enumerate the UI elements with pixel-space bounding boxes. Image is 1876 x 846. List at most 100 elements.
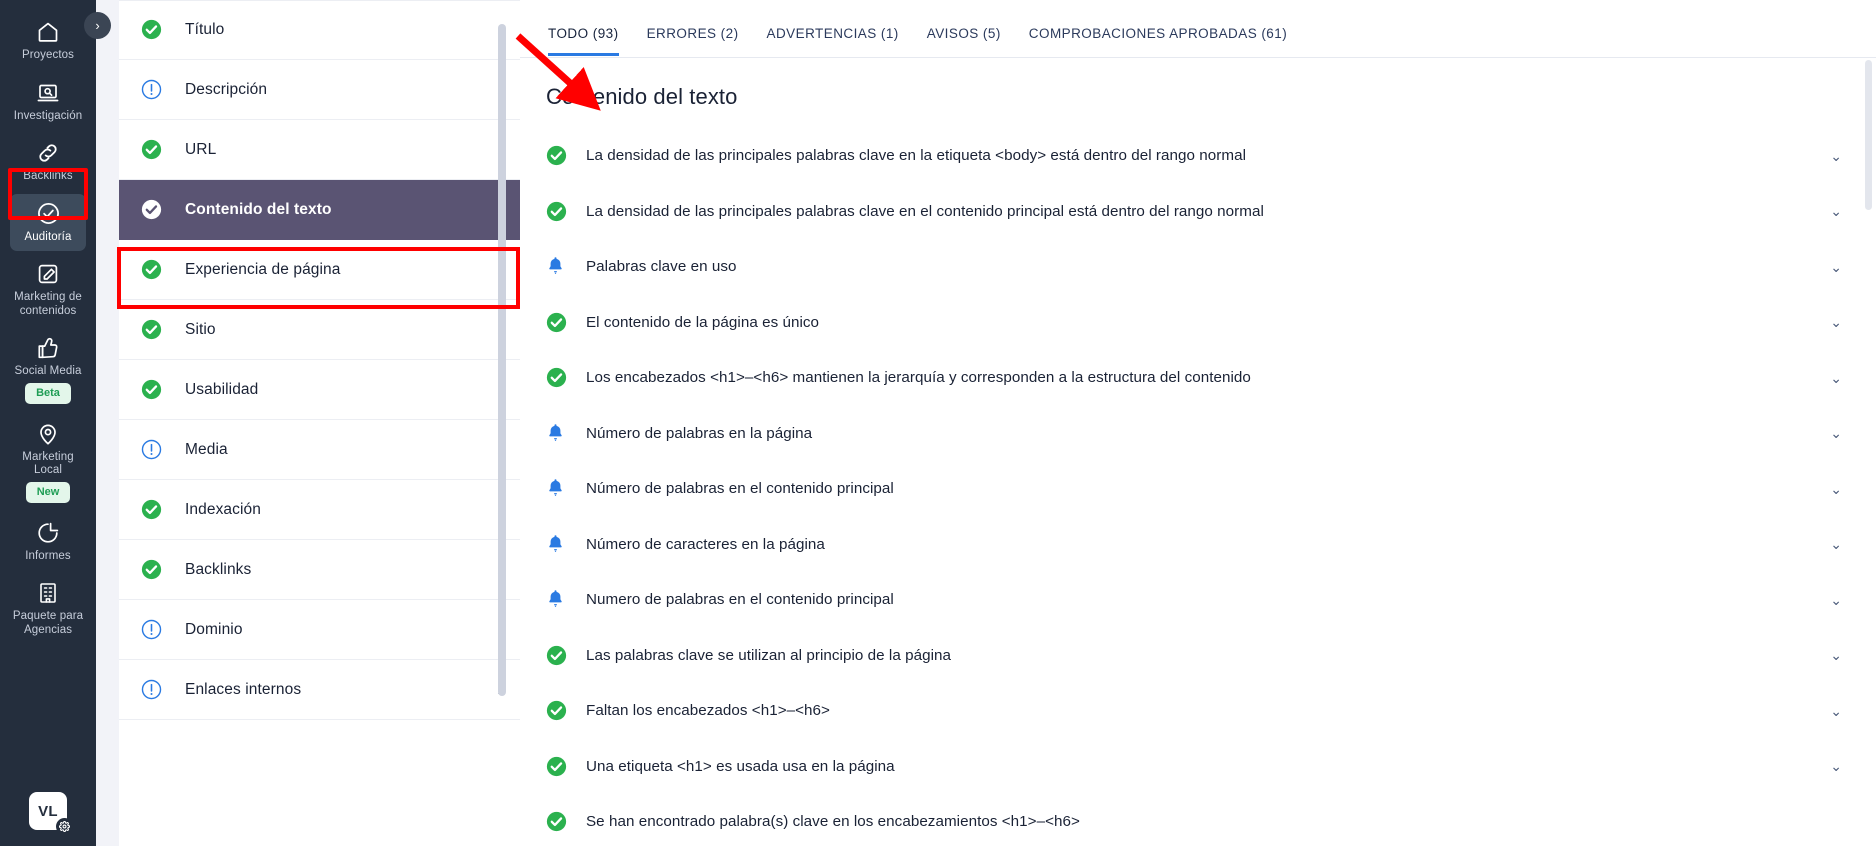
category-item-label: Media	[185, 440, 228, 458]
rail-item-marketing-local[interactable]: Marketing Local New	[10, 414, 86, 510]
check-row[interactable]: Palabras clave en uso ⌄	[520, 239, 1876, 295]
account-avatar-wrap[interactable]: VL	[29, 792, 73, 835]
rail-item-informes[interactable]: Informes	[10, 513, 86, 571]
check-row[interactable]: Las palabras clave se utilizan al princi…	[520, 628, 1876, 684]
gear-icon[interactable]	[56, 818, 73, 835]
rail-item-marketing-de-contenidos[interactable]: Marketing de contenidos	[10, 254, 86, 325]
check-circle-icon	[546, 312, 567, 333]
chevron-down-icon[interactable]: ⌄	[1830, 593, 1842, 607]
chevron-down-icon[interactable]: ⌄	[1830, 426, 1842, 440]
tab-avisos-5[interactable]: AVISOS (5)	[927, 26, 1001, 56]
check-row[interactable]: La densidad de las principales palabras …	[520, 184, 1876, 240]
rail-item-badge: New	[25, 481, 71, 503]
check-circle-icon	[546, 700, 567, 721]
rail-item-backlinks[interactable]: Backlinks	[10, 133, 86, 191]
rail-item-label: Proyectos	[21, 49, 75, 61]
category-item-label: Usabilidad	[185, 380, 259, 398]
check-row[interactable]: Los encabezados <h1>–<h6> mantienen la j…	[520, 350, 1876, 406]
check-row[interactable]: Número de palabras en la página ⌄	[520, 406, 1876, 462]
category-scrollbar-thumb[interactable]	[498, 24, 506, 696]
category-item-contenido-del-texto[interactable]: Contenido del texto›	[119, 180, 520, 240]
info-circle-icon	[141, 619, 163, 641]
check-label: Número de caracteres en la página	[586, 535, 825, 553]
chevron-down-icon[interactable]: ⌄	[1830, 371, 1842, 385]
check-circle-icon	[546, 367, 567, 388]
category-item-label: Indexación	[185, 500, 261, 518]
chevron-down-icon[interactable]: ⌄	[1830, 648, 1842, 662]
tab-comprobaciones-aprobadas-61[interactable]: COMPROBACIONES APROBADAS (61)	[1029, 26, 1287, 56]
category-item-label: URL	[185, 140, 217, 158]
map-pin-icon	[35, 421, 61, 447]
building-icon	[35, 580, 61, 606]
rail-item-investigaci-n[interactable]: Investigación	[10, 73, 86, 131]
tab-errores-2[interactable]: ERRORES (2)	[647, 26, 739, 56]
main-content: TODO (93) ERRORES (2) ADVERTENCIAS (1) AVIS…	[520, 0, 1876, 846]
check-label: Los encabezados <h1>–<h6> mantienen la j…	[586, 369, 1251, 387]
category-item-dominio[interactable]: Dominio›	[119, 600, 520, 660]
rail-item-label: Informes	[25, 549, 71, 562]
rail-item-social-media[interactable]: Social Media Beta	[10, 328, 86, 411]
page-title: Contenido del texto	[546, 84, 738, 109]
category-item-usabilidad[interactable]: Usabilidad›	[119, 360, 520, 420]
home-icon	[35, 19, 61, 45]
rail-item-label: Marketing Local	[22, 450, 74, 477]
category-item-url[interactable]: URL›	[119, 120, 520, 180]
category-item-enlaces-internos[interactable]: Enlaces internos›	[119, 660, 520, 720]
check-row[interactable]: Se han encontrado palabra(s) clave en lo…	[520, 794, 1876, 846]
check-circle-icon	[141, 139, 163, 161]
check-circle-icon	[546, 145, 567, 166]
audit-category-list: Título›Descripción›URL›Contenido del tex…	[119, 0, 520, 846]
check-row[interactable]: Numero de palabras en el contenido princ…	[520, 572, 1876, 628]
rail-item-label: Auditoría	[24, 230, 72, 243]
thumbs-up-icon	[35, 335, 61, 361]
check-row[interactable]: El contenido de la página es único ⌄	[520, 295, 1876, 351]
category-item-label: Experiencia de página	[185, 260, 341, 278]
check-circle-icon	[141, 19, 163, 41]
check-circle-icon	[141, 319, 163, 341]
check-row[interactable]: Número de palabras en el contenido princ…	[520, 461, 1876, 517]
rail-item-badge: Beta	[25, 382, 71, 404]
chevron-down-icon[interactable]: ⌄	[1830, 260, 1842, 274]
check-label: Número de palabras en el contenido princ…	[586, 480, 894, 498]
category-item-descripci-n[interactable]: Descripción›	[119, 60, 520, 120]
category-item-media[interactable]: Media›	[119, 420, 520, 480]
category-item-experiencia-de-p-gina[interactable]: Experiencia de página›	[119, 240, 520, 300]
chevron-down-icon[interactable]: ⌄	[1830, 537, 1842, 551]
category-scrollbar-track[interactable]	[498, 10, 513, 836]
check-circle-icon	[546, 201, 567, 222]
check-label: Faltan los encabezados <h1>–<h6>	[586, 702, 830, 720]
chevron-down-icon[interactable]: ⌄	[1830, 759, 1842, 773]
chevron-down-icon[interactable]: ⌄	[1830, 204, 1842, 218]
category-item-backlinks[interactable]: Backlinks›	[119, 540, 520, 600]
check-list: La densidad de las principales palabras …	[520, 110, 1876, 846]
check-circle-icon	[141, 559, 163, 581]
category-item-label: Descripción	[185, 80, 268, 98]
check-label: Palabras clave en uso	[586, 258, 737, 276]
tab-advertencias-1[interactable]: ADVERTENCIAS (1)	[767, 26, 899, 56]
rail-item-proyectos[interactable]: Proyectos	[10, 12, 86, 70]
check-circle-icon	[546, 645, 567, 666]
category-item-label: Dominio	[185, 620, 243, 638]
chevron-down-icon[interactable]: ⌄	[1830, 482, 1842, 496]
rail-item-auditor-a[interactable]: Auditoría	[10, 193, 86, 251]
category-item-indexaci-n[interactable]: Indexación›	[119, 480, 520, 540]
category-item-sitio[interactable]: Sitio›	[119, 300, 520, 360]
chevron-down-icon[interactable]: ⌄	[1830, 315, 1842, 329]
rail-item-paquete-para-agencias[interactable]: Paquete para Agencias	[10, 573, 86, 644]
chevron-down-icon[interactable]: ⌄	[1830, 149, 1842, 163]
check-circle-icon	[141, 379, 163, 401]
check-row[interactable]: Número de caracteres en la página ⌄	[520, 517, 1876, 573]
check-label: Una etiqueta <h1> es usada usa en la pág…	[586, 757, 895, 775]
check-row[interactable]: Una etiqueta <h1> es usada usa en la pág…	[520, 739, 1876, 795]
category-item-label: Sitio	[185, 320, 216, 338]
chevron-down-icon[interactable]: ⌄	[1830, 704, 1842, 718]
check-row[interactable]: Faltan los encabezados <h1>–<h6> ⌄	[520, 683, 1876, 739]
main-scrollbar-thumb[interactable]	[1865, 60, 1872, 210]
info-circle-icon	[141, 679, 163, 701]
audit-category-panel: Título›Descripción›URL›Contenido del tex…	[96, 0, 520, 846]
category-item-label: Enlaces internos	[185, 680, 302, 698]
check-row[interactable]: La densidad de las principales palabras …	[520, 128, 1876, 184]
tab-todo-93[interactable]: TODO (93)	[548, 26, 619, 56]
sidebar-collapse-toggle[interactable]: ›	[84, 12, 111, 39]
category-item-t-tulo[interactable]: Título›	[119, 0, 520, 60]
